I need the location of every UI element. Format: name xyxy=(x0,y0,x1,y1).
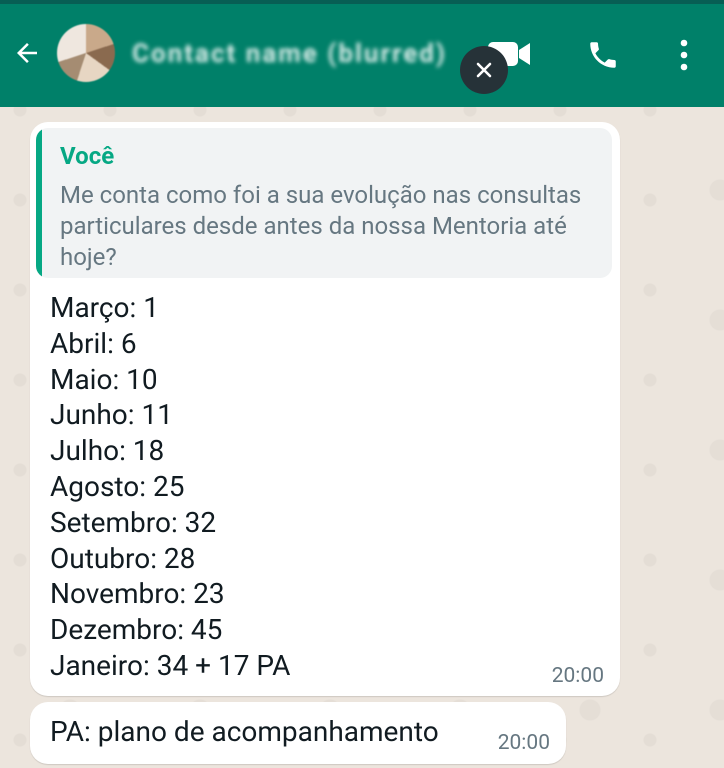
message-line: Maio: 10 xyxy=(50,362,158,396)
message-line: Abril: 6 xyxy=(50,326,137,360)
contact-avatar[interactable] xyxy=(57,24,115,82)
more-options-button[interactable] xyxy=(672,38,696,72)
message-text: PA: plano de acompanhamento xyxy=(50,715,439,748)
quote-author: Você xyxy=(60,142,115,170)
contact-name[interactable]: Contact name (blurred) xyxy=(132,38,447,70)
message-line: Junho: 11 xyxy=(50,398,173,432)
chat-header: Contact name (blurred) xyxy=(0,0,724,107)
back-button[interactable] xyxy=(12,38,42,68)
message-line: Julho: 18 xyxy=(50,434,165,468)
message-bubble[interactable]: Você Me conta como foi a sua evolução na… xyxy=(30,122,620,696)
quote-text: Me conta como foi a sua evolução nas con… xyxy=(60,181,582,271)
message-line: Janeiro: 34 + 17 PA xyxy=(50,648,291,682)
back-arrow-icon xyxy=(17,43,37,63)
close-icon xyxy=(476,62,492,78)
quoted-message[interactable]: Você Me conta como foi a sua evolução na… xyxy=(36,128,612,278)
quote-accent-bar xyxy=(36,128,42,278)
message-line: Setembro: 32 xyxy=(50,505,217,539)
message-line: Outubro: 28 xyxy=(50,541,196,575)
message-bubble[interactable]: PA: plano de acompanhamento 20:00 xyxy=(30,702,566,764)
more-vertical-icon xyxy=(680,39,688,71)
message-text: Março: 1 Abril: 6 Maio: 10 Junho: 11 Jul… xyxy=(50,290,290,684)
message-line: Novembro: 23 xyxy=(50,577,225,611)
message-line: Março: 1 xyxy=(50,291,159,324)
message-timestamp: 20:00 xyxy=(551,664,604,688)
message-line: Dezembro: 45 xyxy=(50,613,223,647)
message-line: Agosto: 25 xyxy=(50,469,185,503)
close-button[interactable] xyxy=(460,46,508,94)
status-strip xyxy=(0,0,724,4)
voice-call-button[interactable] xyxy=(586,38,620,72)
message-timestamp: 20:00 xyxy=(497,731,550,755)
phone-icon xyxy=(590,42,616,68)
